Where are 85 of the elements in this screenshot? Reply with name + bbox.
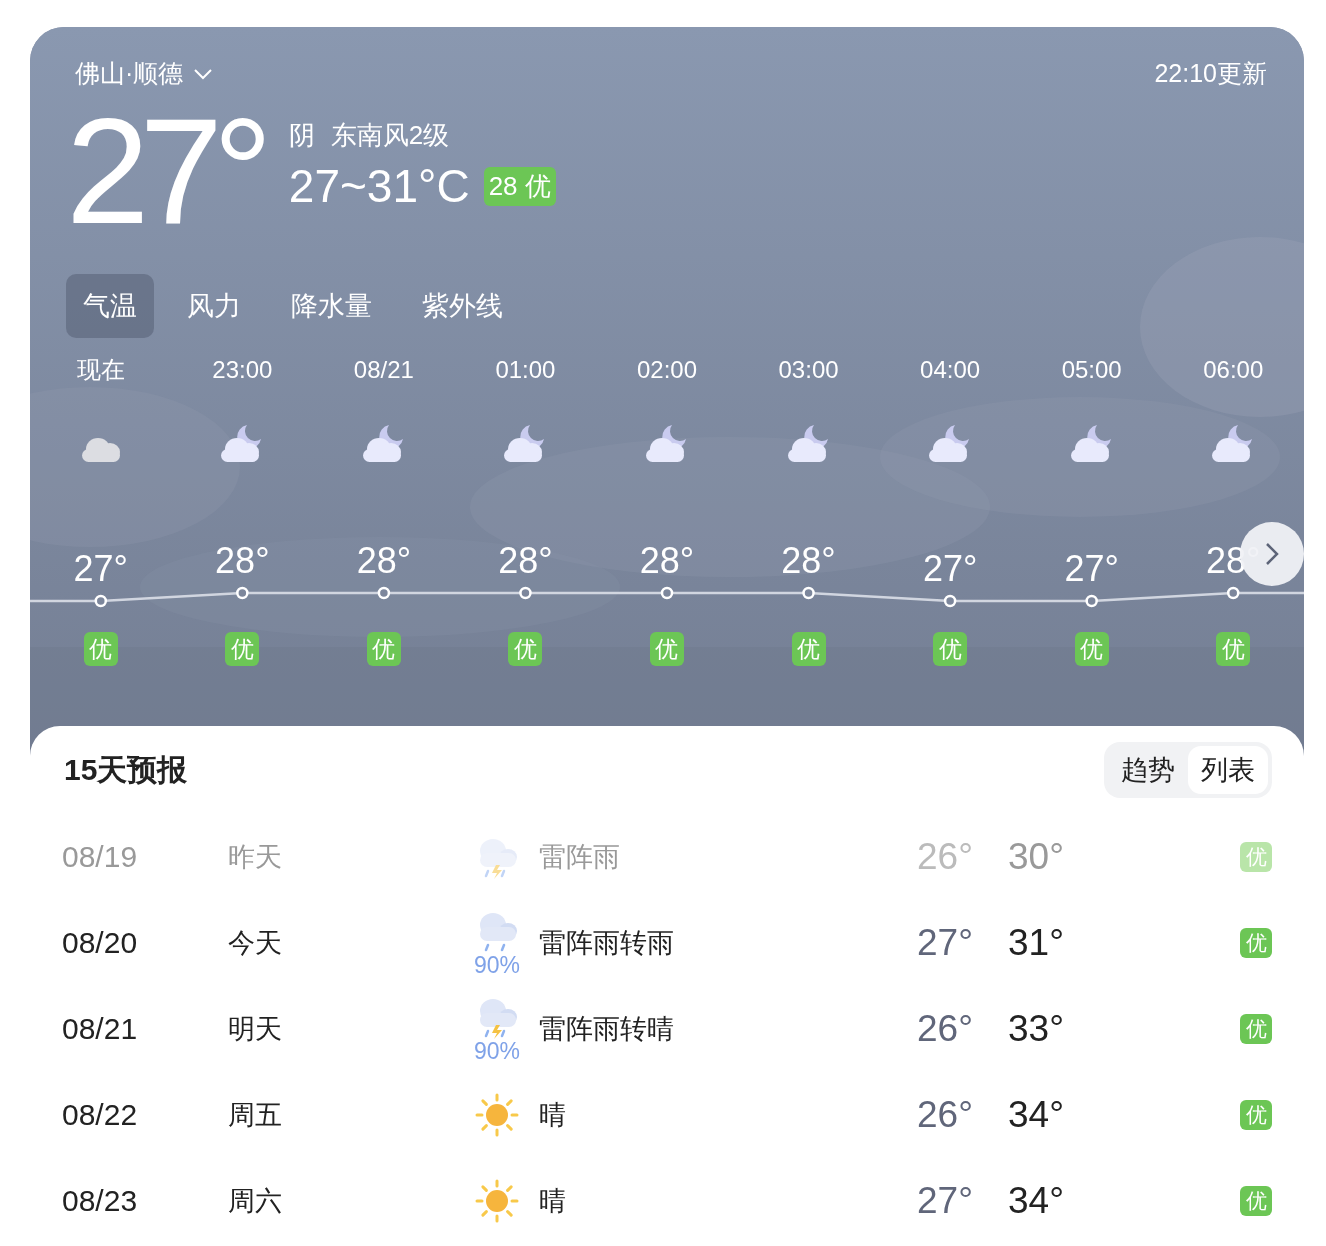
hour-label: 05:00 xyxy=(1061,355,1122,385)
aqi-badge: 优 xyxy=(508,632,543,666)
forecast-condition: 雷阵雨转雨 xyxy=(539,927,675,960)
chart-tab[interactable]: 风力 xyxy=(170,274,258,338)
hour-label: 08/21 xyxy=(353,355,414,385)
wind-info: 东南风2级 xyxy=(330,119,450,152)
forecast-title: 15天预报 xyxy=(64,751,188,788)
cloud-moon-icon xyxy=(646,425,688,462)
hour-label: 23:00 xyxy=(212,355,273,385)
hour-temperature: 28° xyxy=(356,541,412,581)
hour-label: 04:00 xyxy=(920,355,981,385)
chevron-down-icon xyxy=(193,67,214,80)
aqi-badge: 优 xyxy=(225,632,260,666)
weather-condition: 阴 xyxy=(288,119,315,152)
aqi-badge: 优 xyxy=(1240,1186,1272,1216)
hour-temperature: 27° xyxy=(73,549,128,589)
hour-label: 现在 xyxy=(76,355,125,385)
hour-temperature: 28° xyxy=(781,541,836,581)
chevron-right-icon xyxy=(1265,542,1279,566)
aqi-badge: 优 xyxy=(1074,632,1109,666)
low-temperature: 27° xyxy=(917,922,974,964)
forecast-condition: 晴 xyxy=(539,1185,567,1218)
view-option[interactable]: 趋势 xyxy=(1108,746,1188,794)
hour-label: 02:00 xyxy=(636,355,697,385)
cloud-moon-icon xyxy=(504,425,547,462)
hour-temperature: 28° xyxy=(498,541,553,581)
forecast-condition: 雷阵雨转晴 xyxy=(539,1013,675,1046)
forecast-date: 08/21 xyxy=(62,1012,139,1046)
aqi-badge: 优 xyxy=(933,632,968,666)
temperature-range: 27~31°C xyxy=(288,159,470,213)
chart-tab[interactable]: 紫外线 xyxy=(405,274,520,338)
chart-tab[interactable]: 降水量 xyxy=(274,274,389,338)
location-selector[interactable]: 佛山·顺德 xyxy=(75,57,214,90)
chart-tab[interactable]: 气温 xyxy=(66,274,154,338)
high-temperature: 33° xyxy=(1008,1008,1065,1050)
forecast-date: 08/19 xyxy=(62,840,139,874)
low-temperature: 26° xyxy=(917,1008,974,1050)
cloud-moon-icon xyxy=(787,425,830,462)
aqi-badge: 优 xyxy=(1240,842,1272,872)
aqi-badge: 优 xyxy=(1240,928,1272,958)
forecast-condition: 雷阵雨 xyxy=(539,841,621,874)
sun-icon xyxy=(474,1179,520,1223)
hour-label: 03:00 xyxy=(778,355,839,385)
update-time: 22:10更新 xyxy=(1154,58,1267,89)
aqi-badge: 优 xyxy=(83,632,118,666)
aqi-badge: 28 优 xyxy=(483,166,556,206)
high-temperature: 34° xyxy=(1008,1180,1065,1222)
sun-icon xyxy=(474,1093,520,1137)
low-temperature: 26° xyxy=(917,836,974,878)
aqi-badge: 优 xyxy=(650,632,684,666)
forecast-day: 周六 xyxy=(228,1183,472,1219)
precipitation-chance: 90% xyxy=(473,953,520,977)
cloud-moon-icon xyxy=(221,425,264,462)
high-temperature: 34° xyxy=(1008,1094,1065,1136)
forecast-date: 08/20 xyxy=(62,926,139,960)
hour-label: 01:00 xyxy=(495,355,556,385)
view-option[interactable]: 列表 xyxy=(1188,746,1268,794)
cloud-moon-icon xyxy=(1070,425,1113,462)
aqi-badge: 优 xyxy=(1240,1014,1272,1044)
high-temperature: 30° xyxy=(1008,836,1065,878)
cloud-moon-icon xyxy=(1212,425,1255,462)
forecast-day: 今天 xyxy=(228,925,472,961)
forecast-date: 08/23 xyxy=(62,1184,139,1218)
current-temperature: 27° xyxy=(66,106,263,236)
cloud-moon-icon xyxy=(362,425,405,462)
hour-label: 06:00 xyxy=(1203,355,1264,385)
cloud-moon-icon xyxy=(929,425,972,462)
aqi-badge: 优 xyxy=(1240,1100,1272,1130)
cloud-icon xyxy=(81,438,120,462)
forecast-condition: 晴 xyxy=(539,1099,567,1132)
forecast-day: 周五 xyxy=(228,1097,472,1133)
hour-temperature: 28° xyxy=(215,541,270,581)
aqi-badge: 优 xyxy=(1216,632,1251,666)
aqi-badge: 优 xyxy=(791,632,826,666)
forecast-date: 08/22 xyxy=(62,1098,139,1132)
aqi-badge: 优 xyxy=(366,632,401,666)
forecast-day: 昨天 xyxy=(228,839,472,875)
low-temperature: 26° xyxy=(917,1094,974,1136)
hour-temperature: 27° xyxy=(1064,549,1119,589)
high-temperature: 31° xyxy=(1008,922,1065,964)
hour-temperature: 28° xyxy=(639,541,695,581)
hour-temperature: 27° xyxy=(922,549,978,589)
forecast-day: 明天 xyxy=(228,1011,472,1047)
low-temperature: 27° xyxy=(917,1180,974,1222)
precipitation-chance: 90% xyxy=(473,1039,520,1063)
